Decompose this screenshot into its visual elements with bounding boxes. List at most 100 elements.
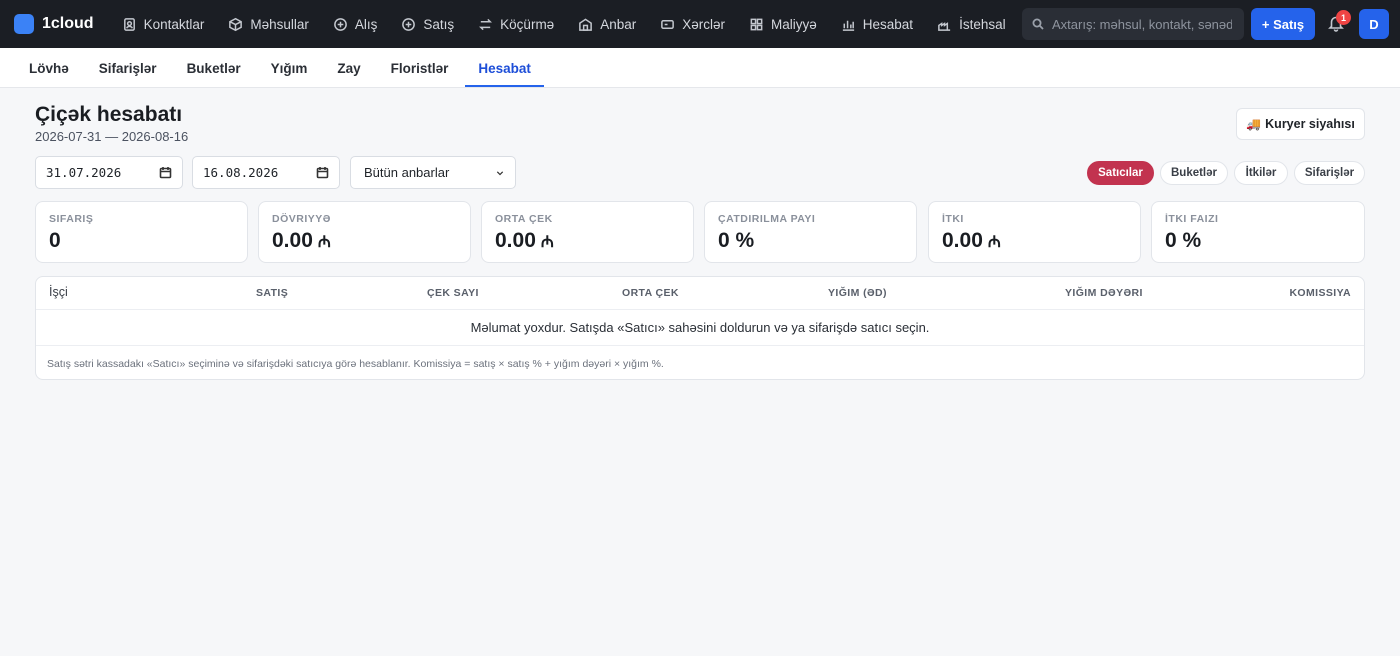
page-title: Çiçək hesabatı (35, 103, 183, 126)
kpi-value: 0 % (1165, 229, 1351, 253)
nav-label: Alış (354, 16, 378, 32)
view-losses-pill[interactable]: İtkilər (1234, 161, 1288, 185)
warehouse-select-value: Bütün anbarlar (364, 165, 450, 180)
date-from-input[interactable]: 31.07.2026 (35, 156, 183, 189)
app-name: 1cloud (42, 15, 94, 32)
search-input[interactable] (1052, 16, 1232, 32)
nav-label: Satış (423, 16, 455, 32)
kpi-value: 0 (49, 229, 234, 253)
grid-icon (750, 18, 763, 30)
kpi-number: 0.00 (942, 229, 983, 252)
view-bouquets-pill[interactable]: Buketlər (1160, 161, 1228, 185)
column-header-sales[interactable]: Satış (256, 287, 288, 299)
kpi-label: İtki faizi (1165, 213, 1219, 225)
nav-item-expenses[interactable]: Xərclər (648, 0, 737, 48)
view-orders-pill[interactable]: Sifarişlər (1294, 161, 1365, 185)
kpi-card-loss-percent: İtki faizi 0 % (1151, 201, 1365, 263)
kpi-card-delivery-share: Çatdırılma payı 0 % (704, 201, 917, 263)
nav-item-finance[interactable]: Maliyyə (737, 0, 829, 48)
view-sellers-pill[interactable]: Satıcılar (1087, 161, 1154, 185)
kpi-number: 0.00 (272, 229, 313, 252)
main-nav: Kontaktlar Məhsullar Alış Satış Köçürmə … (110, 0, 1018, 48)
date-to-input[interactable]: 16.08.2026 (192, 156, 340, 189)
tab-defects[interactable]: Zay (324, 52, 373, 87)
nav-label: Xərclər (682, 16, 725, 32)
section-tabs: Lövhə Sifarişlər Buketlər Yığım Zay Flor… (0, 48, 1400, 88)
chevron-down-icon (496, 170, 504, 175)
kpi-number: 0 % (718, 229, 755, 252)
kpi-label: Orta çek (495, 213, 553, 225)
new-sale-button[interactable]: + Satış (1251, 8, 1315, 40)
logo-icon (14, 14, 34, 34)
manat-icon: ₼ (317, 234, 331, 251)
date-to-value: 16.08.2026 (203, 165, 279, 180)
top-navbar: 1cloud Kontaktlar Məhsullar Alış Satış K… (0, 0, 1400, 48)
box-icon (229, 17, 243, 31)
column-header-employee[interactable]: İşçi (49, 285, 68, 299)
kpi-value: 0.00 ₼ (495, 229, 680, 253)
kpi-label: Çatdırılma payı (718, 213, 816, 225)
contacts-icon (123, 17, 135, 31)
notification-badge: 1 (1336, 10, 1351, 25)
table-header: İşçi Satış Çek sayı Orta çek Yığım (əd) … (36, 277, 1364, 310)
kpi-value: 0.00 ₼ (272, 229, 457, 253)
calendar-icon (316, 167, 329, 179)
manat-icon: ₼ (987, 234, 1001, 251)
tab-board[interactable]: Lövhə (16, 52, 82, 87)
plus-circle-icon (402, 17, 416, 31)
column-header-assembly-count[interactable]: Yığım (əd) (828, 287, 887, 299)
nav-item-sales[interactable]: Satış (389, 0, 466, 48)
tab-report[interactable]: Hesabat (465, 52, 544, 87)
factory-icon (938, 21, 951, 31)
nav-item-warehouse[interactable]: Anbar (566, 0, 648, 48)
date-range-text: 2026-07-31 — 2026-08-16 (35, 129, 189, 144)
column-header-avg-check[interactable]: Orta çek (622, 287, 679, 299)
warehouse-icon (579, 17, 593, 31)
sellers-table: İşçi Satış Çek sayı Orta çek Yığım (əd) … (35, 276, 1365, 380)
truck-icon: 🚚 (1246, 117, 1262, 131)
kpi-card-avg-check: Orta çek 0.00 ₼ (481, 201, 694, 263)
nav-item-purchase[interactable]: Alış (321, 0, 390, 48)
courier-list-button[interactable]: 🚚 Kuryer siyahısı (1236, 108, 1365, 140)
column-header-commission[interactable]: Komissiya (1289, 287, 1351, 299)
app-logo[interactable]: 1cloud (14, 14, 94, 34)
nav-label: Maliyyə (771, 16, 817, 32)
kpi-value: 0 % (718, 229, 903, 253)
tab-bouquets[interactable]: Buketlər (174, 52, 254, 87)
nav-item-contacts[interactable]: Kontaktlar (110, 0, 217, 48)
kpi-number: 0 % (1165, 229, 1202, 252)
nav-label: Məhsullar (250, 16, 309, 32)
tab-orders[interactable]: Sifarişlər (86, 52, 170, 87)
kpi-card-orders: Sifariş 0 (35, 201, 248, 263)
kpi-number: 0 (49, 229, 61, 252)
courier-list-label: Kuryer siyahısı (1265, 117, 1355, 131)
kpi-card-loss: İtki 0.00 ₼ (928, 201, 1141, 263)
nav-item-transfer[interactable]: Köçürmə (466, 0, 566, 48)
column-header-assembly-value[interactable]: Yığım dəyəri (1065, 287, 1143, 299)
nav-item-reports[interactable]: Hesabat (829, 0, 925, 48)
kpi-label: Dövriyyə (272, 213, 331, 225)
warehouse-select[interactable]: Bütün anbarlar (350, 156, 516, 189)
nav-item-products[interactable]: Məhsullar (216, 0, 321, 48)
kpi-value: 0.00 ₼ (942, 229, 1127, 253)
global-search[interactable] (1022, 8, 1244, 40)
nav-label: İstehsal (959, 16, 1006, 32)
user-avatar[interactable]: D (1359, 9, 1389, 39)
bar-chart-icon (842, 20, 854, 31)
nav-label: Anbar (600, 16, 637, 32)
nav-label: Kontaktlar (143, 16, 205, 32)
empty-state-message: Məlumat yoxdur. Satışda «Satıcı» sahəsin… (36, 310, 1364, 346)
table-footnote: Satış sətri kassadakı «Satıcı» seçiminə … (47, 358, 664, 370)
nav-item-production[interactable]: İstehsal (925, 0, 1018, 48)
kpi-number: 0.00 (495, 229, 536, 252)
calendar-icon (159, 167, 172, 179)
kpi-label: İtki (942, 213, 964, 225)
wallet-icon (661, 19, 675, 29)
date-from-value: 31.07.2026 (46, 165, 122, 180)
search-icon (1032, 18, 1044, 30)
column-header-check-count[interactable]: Çek sayı (427, 287, 479, 299)
tab-assembly[interactable]: Yığım (258, 52, 321, 87)
plus-circle-icon (334, 17, 347, 31)
tab-florists[interactable]: Floristlər (378, 52, 462, 87)
transfer-icon (479, 18, 493, 30)
